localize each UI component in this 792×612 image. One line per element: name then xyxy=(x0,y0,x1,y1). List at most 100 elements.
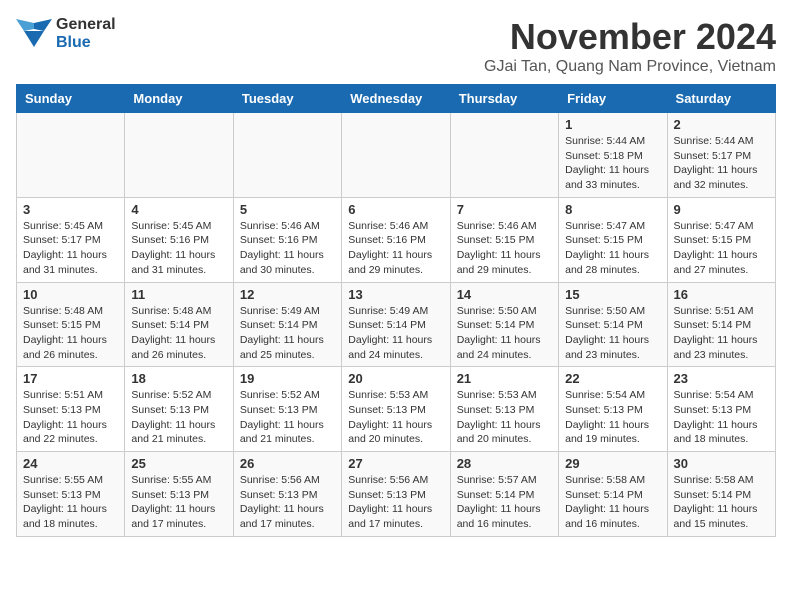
day-number: 3 xyxy=(23,202,118,217)
day-info: Sunrise: 5:51 AMSunset: 5:13 PMDaylight:… xyxy=(23,388,118,447)
calendar-cell: 8Sunrise: 5:47 AMSunset: 5:15 PMDaylight… xyxy=(559,197,667,282)
column-header-sunday: Sunday xyxy=(17,85,125,113)
day-info: Sunrise: 5:44 AMSunset: 5:17 PMDaylight:… xyxy=(674,134,769,193)
day-number: 7 xyxy=(457,202,552,217)
day-number: 5 xyxy=(240,202,335,217)
calendar-cell xyxy=(342,113,450,198)
calendar-cell: 29 Sunrise: 5:58 AMSunset: 5:14 PMDayligh… xyxy=(559,452,667,537)
day-number: 29 xyxy=(565,456,660,471)
calendar-cell: 1Sunrise: 5:44 AMSunset: 5:18 PMDaylight… xyxy=(559,113,667,198)
column-header-saturday: Saturday xyxy=(667,85,775,113)
calendar-cell: 17 Sunrise: 5:51 AMSunset: 5:13 PMDayligh… xyxy=(17,367,125,452)
column-header-tuesday: Tuesday xyxy=(233,85,341,113)
day-number: 24 xyxy=(23,456,118,471)
calendar-cell: 22 Sunrise: 5:54 AMSunset: 5:13 PMDayligh… xyxy=(559,367,667,452)
day-info: Sunrise: 5:49 AMSunset: 5:14 PMDaylight:… xyxy=(240,304,335,363)
day-info: Sunrise: 5:53 AMSunset: 5:13 PMDaylight:… xyxy=(457,388,552,447)
day-number: 25 xyxy=(131,456,226,471)
calendar-cell: 23 Sunrise: 5:54 AMSunset: 5:13 PMDayligh… xyxy=(667,367,775,452)
calendar-cell: 16Sunrise: 5:51 AMSunset: 5:14 PMDayligh… xyxy=(667,282,775,367)
day-info: Sunrise: 5:45 AMSunset: 5:17 PMDaylight:… xyxy=(23,219,118,278)
calendar-cell: 11Sunrise: 5:48 AMSunset: 5:14 PMDayligh… xyxy=(125,282,233,367)
calendar-cell: 4 Sunrise: 5:45 AMSunset: 5:16 PMDaylight… xyxy=(125,197,233,282)
calendar-cell xyxy=(125,113,233,198)
calendar-cell: 6Sunrise: 5:46 AMSunset: 5:16 PMDaylight… xyxy=(342,197,450,282)
calendar-week-1: 1Sunrise: 5:44 AMSunset: 5:18 PMDaylight… xyxy=(17,113,776,198)
day-info: Sunrise: 5:46 AMSunset: 5:15 PMDaylight:… xyxy=(457,219,552,278)
day-info: Sunrise: 5:46 AMSunset: 5:16 PMDaylight:… xyxy=(348,219,443,278)
calendar-cell: 3 Sunrise: 5:45 AMSunset: 5:17 PMDaylight… xyxy=(17,197,125,282)
day-number: 21 xyxy=(457,371,552,386)
day-info: Sunrise: 5:49 AMSunset: 5:14 PMDaylight:… xyxy=(348,304,443,363)
column-header-monday: Monday xyxy=(125,85,233,113)
day-info: Sunrise: 5:56 AMSunset: 5:13 PMDaylight:… xyxy=(240,473,335,532)
calendar-cell: 30 Sunrise: 5:58 AMSunset: 5:14 PMDayligh… xyxy=(667,452,775,537)
day-info: Sunrise: 5:53 AMSunset: 5:13 PMDaylight:… xyxy=(348,388,443,447)
day-info: Sunrise: 5:51 AMSunset: 5:14 PMDaylight:… xyxy=(674,304,769,363)
day-number: 20 xyxy=(348,371,443,386)
calendar-header: SundayMondayTuesdayWednesdayThursdayFrid… xyxy=(17,85,776,113)
location-title: GJai Tan, Quang Nam Province, Vietnam xyxy=(484,58,776,76)
day-number: 9 xyxy=(674,202,769,217)
day-number: 27 xyxy=(348,456,443,471)
logo-text: General Blue xyxy=(56,16,116,52)
day-info: Sunrise: 5:54 AMSunset: 5:13 PMDaylight:… xyxy=(565,388,660,447)
day-info: Sunrise: 5:57 AMSunset: 5:14 PMDaylight:… xyxy=(457,473,552,532)
day-info: Sunrise: 5:55 AMSunset: 5:13 PMDaylight:… xyxy=(131,473,226,532)
calendar-week-3: 10Sunrise: 5:48 AMSunset: 5:15 PMDayligh… xyxy=(17,282,776,367)
day-info: Sunrise: 5:48 AMSunset: 5:14 PMDaylight:… xyxy=(131,304,226,363)
calendar-cell: 25 Sunrise: 5:55 AMSunset: 5:13 PMDayligh… xyxy=(125,452,233,537)
day-info: Sunrise: 5:58 AMSunset: 5:14 PMDaylight:… xyxy=(565,473,660,532)
day-number: 13 xyxy=(348,287,443,302)
day-info: Sunrise: 5:48 AMSunset: 5:15 PMDaylight:… xyxy=(23,304,118,363)
day-info: Sunrise: 5:47 AMSunset: 5:15 PMDaylight:… xyxy=(674,219,769,278)
calendar-cell: 12Sunrise: 5:49 AMSunset: 5:14 PMDayligh… xyxy=(233,282,341,367)
calendar-body: 1Sunrise: 5:44 AMSunset: 5:18 PMDaylight… xyxy=(17,113,776,537)
day-info: Sunrise: 5:58 AMSunset: 5:14 PMDaylight:… xyxy=(674,473,769,532)
day-number: 18 xyxy=(131,371,226,386)
calendar-cell: 13 Sunrise: 5:49 AMSunset: 5:14 PMDayligh… xyxy=(342,282,450,367)
calendar-cell: 28Sunrise: 5:57 AMSunset: 5:14 PMDayligh… xyxy=(450,452,558,537)
logo-general: General xyxy=(56,16,116,33)
calendar-cell xyxy=(233,113,341,198)
day-info: Sunrise: 5:50 AMSunset: 5:14 PMDaylight:… xyxy=(565,304,660,363)
column-header-thursday: Thursday xyxy=(450,85,558,113)
calendar-cell: 9 Sunrise: 5:47 AMSunset: 5:15 PMDaylight… xyxy=(667,197,775,282)
day-info: Sunrise: 5:54 AMSunset: 5:13 PMDaylight:… xyxy=(674,388,769,447)
calendar-cell: 20 Sunrise: 5:53 AMSunset: 5:13 PMDayligh… xyxy=(342,367,450,452)
day-number: 15 xyxy=(565,287,660,302)
title-area: November 2024 GJai Tan, Quang Nam Provin… xyxy=(484,16,776,76)
day-info: Sunrise: 5:46 AMSunset: 5:16 PMDaylight:… xyxy=(240,219,335,278)
calendar-cell: 7 Sunrise: 5:46 AMSunset: 5:15 PMDaylight… xyxy=(450,197,558,282)
calendar-cell: 18Sunrise: 5:52 AMSunset: 5:13 PMDayligh… xyxy=(125,367,233,452)
day-number: 17 xyxy=(23,371,118,386)
day-number: 30 xyxy=(674,456,769,471)
day-number: 2 xyxy=(674,117,769,132)
calendar-cell: 2 Sunrise: 5:44 AMSunset: 5:17 PMDaylight… xyxy=(667,113,775,198)
calendar-cell: 19 Sunrise: 5:52 AMSunset: 5:13 PMDayligh… xyxy=(233,367,341,452)
day-info: Sunrise: 5:56 AMSunset: 5:13 PMDaylight:… xyxy=(348,473,443,532)
day-number: 22 xyxy=(565,371,660,386)
day-info: Sunrise: 5:47 AMSunset: 5:15 PMDaylight:… xyxy=(565,219,660,278)
calendar-cell xyxy=(17,113,125,198)
calendar-week-5: 24 Sunrise: 5:55 AMSunset: 5:13 PMDayligh… xyxy=(17,452,776,537)
calendar-week-2: 3 Sunrise: 5:45 AMSunset: 5:17 PMDaylight… xyxy=(17,197,776,282)
logo: General Blue xyxy=(16,16,116,52)
day-number: 26 xyxy=(240,456,335,471)
header: General Blue November 2024 GJai Tan, Qua… xyxy=(16,16,776,76)
day-number: 19 xyxy=(240,371,335,386)
day-info: Sunrise: 5:52 AMSunset: 5:13 PMDaylight:… xyxy=(240,388,335,447)
day-number: 4 xyxy=(131,202,226,217)
calendar-cell: 5 Sunrise: 5:46 AMSunset: 5:16 PMDaylight… xyxy=(233,197,341,282)
calendar-cell: 14Sunrise: 5:50 AMSunset: 5:14 PMDayligh… xyxy=(450,282,558,367)
calendar-cell xyxy=(450,113,558,198)
header-row: SundayMondayTuesdayWednesdayThursdayFrid… xyxy=(17,85,776,113)
calendar-cell: 27 Sunrise: 5:56 AMSunset: 5:13 PMDayligh… xyxy=(342,452,450,537)
month-title: November 2024 xyxy=(484,16,776,58)
day-number: 23 xyxy=(674,371,769,386)
calendar: SundayMondayTuesdayWednesdayThursdayFrid… xyxy=(16,84,776,537)
day-info: Sunrise: 5:45 AMSunset: 5:16 PMDaylight:… xyxy=(131,219,226,278)
day-info: Sunrise: 5:55 AMSunset: 5:13 PMDaylight:… xyxy=(23,473,118,532)
day-info: Sunrise: 5:44 AMSunset: 5:18 PMDaylight:… xyxy=(565,134,660,193)
calendar-cell: 10Sunrise: 5:48 AMSunset: 5:15 PMDayligh… xyxy=(17,282,125,367)
